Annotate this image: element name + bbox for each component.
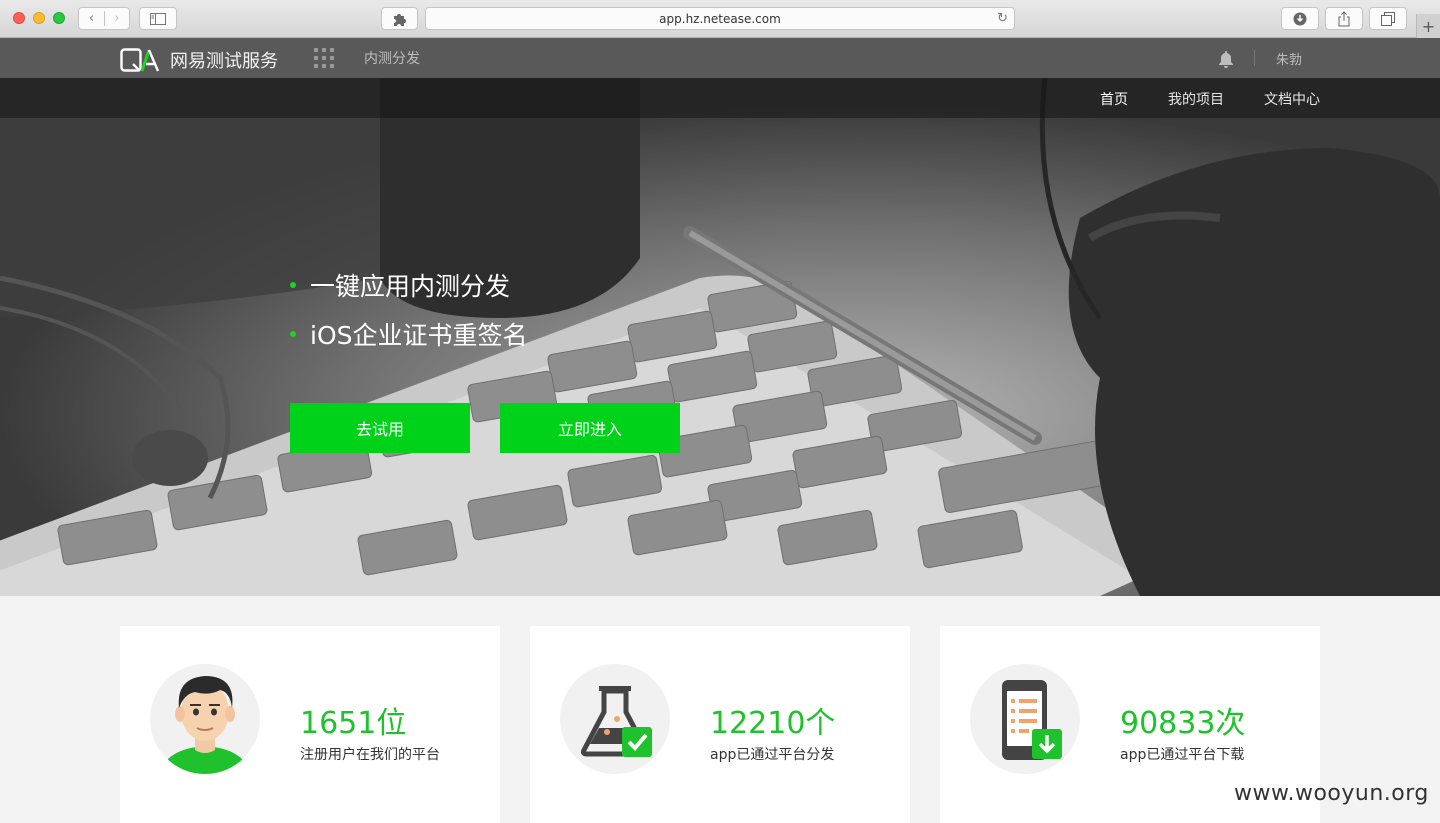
enter-button[interactable]: 立即进入 — [500, 403, 680, 453]
watermark-text: www.wooyun.org — [1234, 781, 1429, 806]
share-button[interactable] — [1325, 7, 1363, 30]
stat-card-users: 1651位 注册用户在我们的平台 — [120, 626, 500, 823]
new-tab-button[interactable]: + — [1416, 14, 1440, 38]
share-icon — [1338, 10, 1350, 26]
downloads-button[interactable] — [1281, 7, 1319, 30]
phone-download-icon — [970, 664, 1080, 774]
qa-logo-icon — [120, 48, 160, 72]
nav-docs[interactable]: 文档中心 — [1264, 89, 1320, 109]
flask-check-icon — [560, 664, 670, 774]
keyboard-photo — [0, 78, 1440, 596]
stat-label: 注册用户在我们的平台 — [300, 747, 440, 763]
history-nav-group: ‹ › — [78, 7, 130, 30]
forward-button[interactable]: › — [103, 11, 129, 26]
stat-number: 1651位 — [300, 706, 407, 741]
show-tabs-button[interactable] — [1369, 7, 1407, 30]
header-divider — [1254, 50, 1255, 66]
nav-my-projects[interactable]: 我的项目 — [1168, 89, 1224, 109]
stat-number: 90833次 — [1120, 706, 1246, 741]
reload-icon[interactable]: ↻ — [997, 11, 1008, 26]
bullet-icon — [290, 331, 296, 337]
feature-text: iOS企业证书重签名 — [310, 321, 528, 350]
stat-card-distributions: 12210个 app已通过平台分发 — [530, 626, 910, 823]
minimize-window-button[interactable] — [33, 12, 45, 24]
extension-button[interactable] — [381, 7, 418, 30]
feature-item: iOS企业证书重签名 — [290, 316, 528, 352]
address-bar[interactable]: app.hz.netease.com ↻ — [425, 7, 1015, 30]
zoom-window-button[interactable] — [53, 12, 65, 24]
url-text: app.hz.netease.com — [659, 11, 781, 26]
bullet-icon — [290, 282, 296, 288]
logo-text: 网易测试服务 — [170, 51, 278, 72]
puzzle-icon — [393, 13, 406, 26]
close-window-button[interactable] — [13, 12, 25, 24]
product-name[interactable]: 内测分发 — [364, 48, 420, 68]
download-icon — [1293, 12, 1307, 25]
nav-home[interactable]: 首页 — [1100, 89, 1128, 109]
site-logo[interactable]: 网易测试服务 — [120, 47, 278, 73]
sidebar-icon — [150, 12, 166, 25]
feature-text: 一键应用内测分发 — [310, 272, 511, 301]
browser-toolbar: ‹ › app.hz.netease.com ↻ + — [0, 0, 1440, 38]
sidebar-toggle-button[interactable] — [139, 7, 177, 30]
main-nav-bar — [0, 78, 1440, 118]
tabs-icon — [1381, 11, 1395, 26]
user-name[interactable]: 朱勃 — [1276, 49, 1302, 68]
stat-number: 12210个 — [710, 706, 836, 741]
feature-item: 一键应用内测分发 — [290, 267, 510, 303]
try-button[interactable]: 去试用 — [290, 403, 470, 453]
stat-label: app已通过平台分发 — [710, 747, 835, 763]
apps-grid-icon[interactable] — [314, 48, 334, 68]
user-avatar-icon — [150, 664, 260, 774]
stat-label: app已通过平台下载 — [1120, 747, 1245, 763]
back-button[interactable]: ‹ — [79, 11, 104, 26]
bell-icon[interactable] — [1218, 50, 1234, 68]
hero-banner — [0, 78, 1440, 596]
